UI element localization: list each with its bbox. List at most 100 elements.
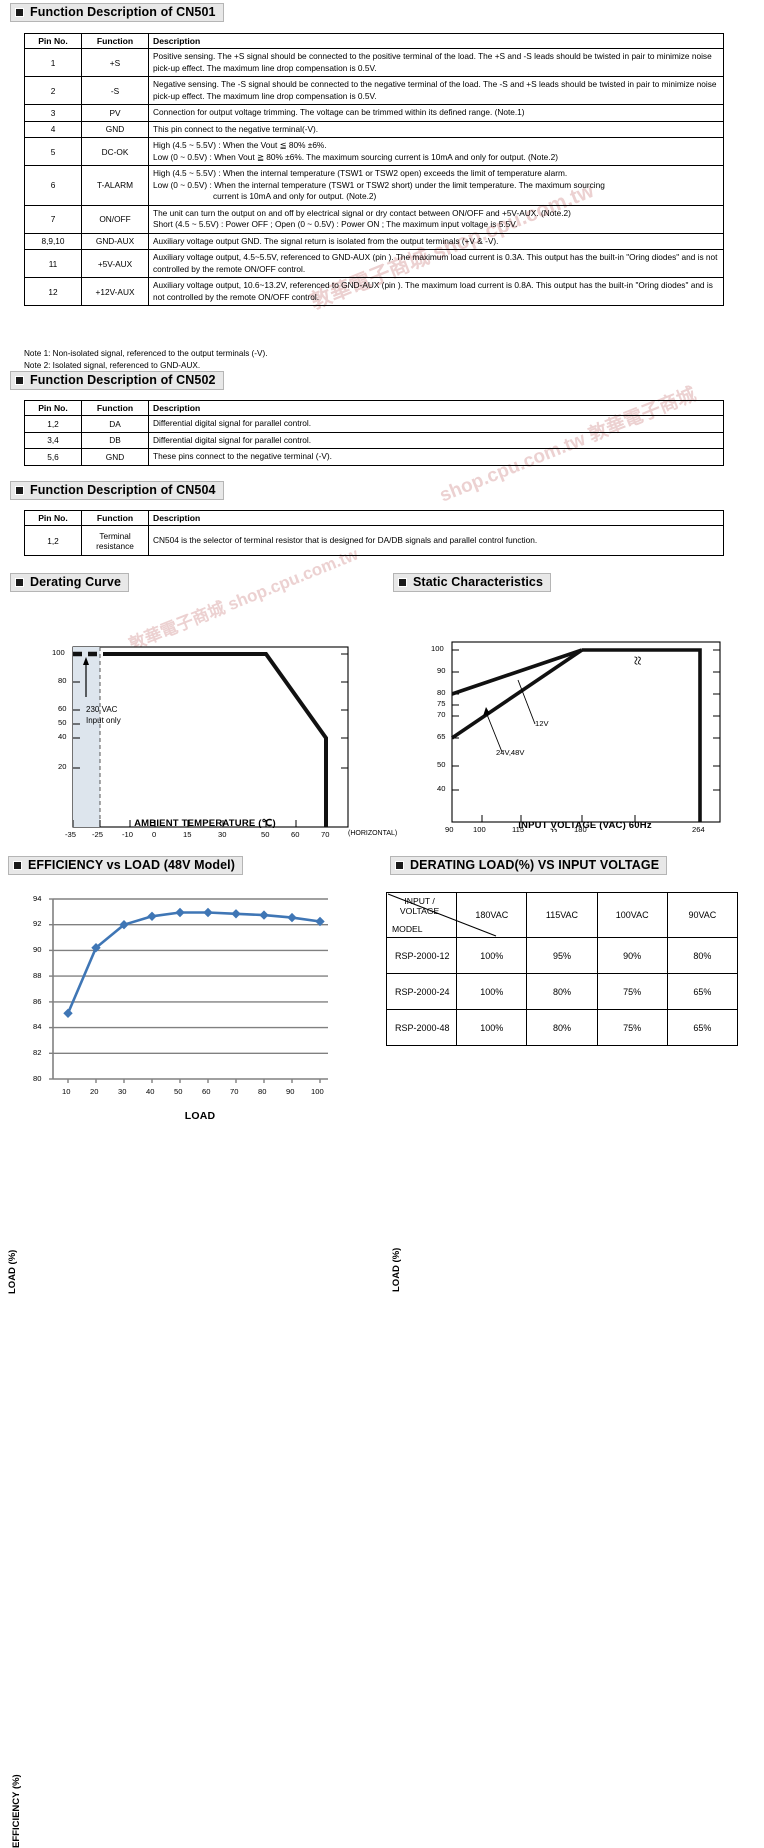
cell-value: 75%: [596, 973, 668, 1010]
efficiency-x-axis-label: LOAD: [184, 1110, 216, 1122]
efficiency-xtick-90: 90: [286, 1087, 295, 1096]
cell-description: High (4.5 ~ 5.5V) : When the internal te…: [148, 165, 724, 206]
cell-pin: 6: [24, 165, 82, 206]
cell-function: GND: [81, 448, 149, 466]
cell-description: CN504 is the selector of terminal resist…: [148, 525, 724, 556]
efficiency-xtick-40: 40: [146, 1087, 155, 1096]
annotation-line-1: 230 VAC: [86, 705, 118, 714]
square-bullet-icon: [15, 486, 24, 495]
static-ytick-65: 65: [437, 732, 446, 741]
desc-line-1: High (4.5 ~ 5.5V) : When the internal te…: [153, 168, 568, 178]
desc-line-1: High (4.5 ~ 5.5V) : When the Vout ≦ 80% …: [153, 140, 327, 150]
cell-value: 75%: [596, 1009, 668, 1046]
table-header-row: Pin No. Function Description: [24, 510, 724, 526]
square-bullet-icon: [15, 578, 24, 587]
cell-value: 100%: [456, 937, 528, 974]
cell-description: Negative sensing. The -S signal should b…: [148, 76, 724, 105]
square-bullet-icon: [15, 376, 24, 385]
static-ytick-40: 40: [437, 784, 446, 793]
cell-description: Auxiliary voltage output, 4.5~5.5V, refe…: [148, 249, 724, 278]
derating-curve-svg: [72, 646, 349, 828]
corner-label-model: MODEL: [392, 924, 423, 934]
header-100vac: 100VAC: [596, 892, 668, 938]
cell-function: DA: [81, 415, 149, 433]
static-y-axis-label: LOAD (%): [391, 1247, 402, 1292]
derating-xtick--10: -10: [122, 830, 133, 839]
cn504-table: Pin No. Function Description 1,2 Termina…: [24, 510, 724, 556]
efficiency-xtick-100: 100: [311, 1087, 324, 1096]
note-1: Note 1: Non-isolated signal, referenced …: [24, 349, 268, 358]
cell-description: Differential digital signal for parallel…: [148, 415, 724, 433]
cell-function: +12V-AUX: [81, 277, 149, 306]
table-row: 11 +5V-AUX Auxiliary voltage output, 4.5…: [24, 249, 724, 278]
cell-model: RSP-2000-24: [385, 973, 458, 1010]
table-row: 7 ON/OFF The unit can turn the output on…: [24, 204, 724, 234]
table-row: 3 PV Connection for output voltage trimm…: [24, 104, 724, 122]
efficiency-ytick-90: 90: [33, 945, 42, 954]
cell-description: Positive sensing. The +S signal should b…: [148, 48, 724, 77]
section-header-cn501: Function Description of CN501: [10, 3, 224, 22]
efficiency-ytick-94: 94: [33, 894, 42, 903]
table-row: 5,6 GND These pins connect to the negati…: [24, 448, 724, 466]
header-90vac: 90VAC: [666, 892, 739, 938]
table-row: 4 GND This pin connect to the negative t…: [24, 120, 724, 138]
efficiency-xtick-10: 10: [62, 1087, 71, 1096]
cell-value: 80%: [526, 1009, 598, 1046]
static-annotation-24v-48v: 24V,48V: [496, 748, 525, 757]
cell-value: 65%: [666, 973, 739, 1010]
cell-value: 80%: [526, 973, 598, 1010]
cell-function: Terminal resistance: [81, 525, 149, 556]
header-description: Description: [148, 33, 724, 49]
cell-pin: 5: [24, 137, 82, 166]
section-title-cn501: Function Description of CN501: [30, 5, 216, 19]
cell-description: These pins connect to the negative termi…: [148, 448, 724, 466]
derating-shaded-annotation: 230 VAC Input only: [86, 704, 121, 726]
static-characteristics-chart: LOAD (%) ≈ 100 90 80 75 70 65 50 40 90 1…: [390, 602, 764, 1292]
cell-pin: 5,6: [24, 448, 82, 466]
derating-ytick-20: 20: [58, 762, 67, 771]
cell-value: 95%: [526, 937, 598, 974]
efficiency-ytick-88: 88: [33, 971, 42, 980]
section-title-efficiency: EFFICIENCY vs LOAD (48V Model): [28, 858, 235, 872]
table-header-row: Pin No. Function Description: [24, 400, 724, 416]
header-function: Function: [81, 33, 149, 49]
annotation-line-2: Input only: [86, 716, 121, 725]
cell-description: High (4.5 ~ 5.5V) : When the Vout ≦ 80% …: [148, 137, 724, 166]
table-header-row: INPUT / VOLTAGE MODEL 180VAC 115VAC 100V…: [385, 892, 739, 938]
header-description: Description: [148, 400, 724, 416]
efficiency-ytick-92: 92: [33, 919, 42, 928]
cell-description: Auxiliary voltage output, 10.6~13.2V, re…: [148, 277, 724, 306]
cell-pin: 4: [24, 120, 82, 138]
section-title-derating-curve: Derating Curve: [30, 575, 122, 589]
derating-xtick--35: -35: [65, 830, 76, 839]
derating-x-axis-label: AMBIENT TEMPERATURE (℃): [134, 818, 276, 829]
section-title-cn502: Function Description of CN502: [30, 373, 216, 387]
cell-description: The unit can turn the output on and off …: [148, 204, 724, 234]
table-row: 3,4 DB Differential digital signal for p…: [24, 431, 724, 449]
function-line-2: resistance: [96, 540, 134, 551]
cell-description: Differential digital signal for parallel…: [148, 431, 724, 449]
section-header-derating-load: DERATING LOAD(%) VS INPUT VOLTAGE: [390, 856, 668, 875]
cell-description: Connection for output voltage trimming. …: [148, 104, 724, 122]
static-ytick-90: 90: [437, 666, 446, 675]
square-bullet-icon: [398, 578, 407, 587]
cell-function: DC-OK: [81, 137, 149, 166]
derating-xtick--25: -25: [92, 830, 103, 839]
cell-model: RSP-2000-12: [385, 937, 458, 974]
table-row: 1 +S Positive sensing. The +S signal sho…: [24, 48, 724, 77]
derating-load-table: INPUT / VOLTAGE MODEL 180VAC 115VAC 100V…: [385, 892, 739, 1046]
cell-pin: 3: [24, 104, 82, 122]
cell-function: GND-AUX: [81, 232, 149, 250]
derating-ytick-40: 40: [58, 732, 67, 741]
derating-curve-chart: LOAD (%) 100 80 60 50 40 20 -35 -25 -10 …: [7, 602, 397, 1294]
efficiency-chart: EFFICIENCY (%) 94 92 90 88 86 84 82 80 1…: [8, 884, 378, 1848]
derating-ytick-100: 100: [52, 648, 65, 657]
cell-function: GND: [81, 120, 149, 138]
table-row: 6 T-ALARM High (4.5 ~ 5.5V) : When the i…: [24, 165, 724, 206]
table-row: 12 +12V-AUX Auxiliary voltage output, 10…: [24, 277, 724, 306]
cell-pin: 3,4: [24, 431, 82, 449]
cell-model: RSP-2000-48: [385, 1009, 458, 1046]
corner-header-cell: INPUT / VOLTAGE MODEL: [385, 892, 497, 938]
desc-line-2: Short (4.5 ~ 5.5V) : Power OFF ; Open (0…: [153, 219, 518, 229]
cell-pin: 8,9,10: [24, 232, 82, 250]
